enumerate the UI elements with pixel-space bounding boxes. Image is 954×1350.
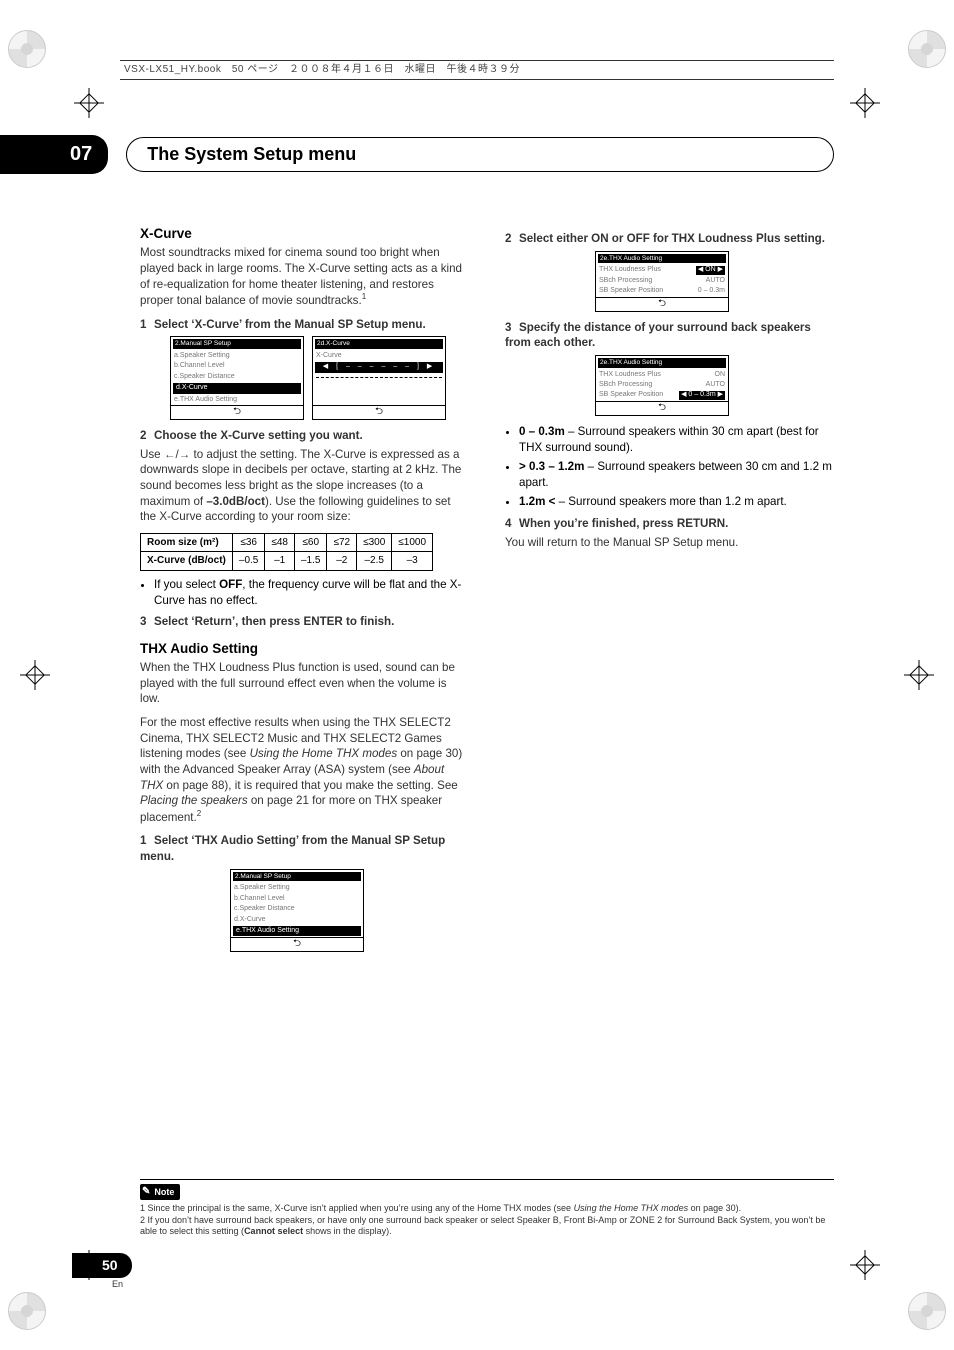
left-right-arrows-icon: ←/→	[164, 448, 190, 461]
thx-intro2: For the most effective results when usin…	[140, 715, 469, 825]
footnote-2: 2 If you don’t have surround back speake…	[140, 1215, 834, 1238]
xcurve-step2: 2Choose the X-Curve setting you want.	[140, 428, 469, 444]
crop-mark	[850, 1250, 880, 1280]
chapter-bar: 07 The System Setup menu	[0, 135, 834, 174]
footnote-block: ✎ Note 1 Since the principal is the same…	[140, 1179, 834, 1238]
crop-mark	[904, 660, 934, 690]
return-icon: ⮌	[596, 297, 728, 311]
pencil-icon: ✎	[142, 1185, 150, 1199]
ui-screen-xcurve: 2d.X-Curve X-Curve ◀ [ – – – – – – ] ▶ .…	[312, 336, 446, 420]
chapter-number: 07	[0, 135, 108, 174]
xcurve-step1: 1Select ‘X-Curve’ from the Manual SP Set…	[140, 317, 469, 333]
return-icon: ⮌	[171, 405, 303, 419]
xcurve-table: Room size (m²) ≤36 ≤48 ≤60 ≤72 ≤300 ≤100…	[140, 533, 433, 571]
ui-screen-thx-distance: 2e.THX Audio Setting THX Loudness PlusON…	[595, 355, 729, 416]
thx-intro1: When the THX Loudness Plus function is u…	[140, 660, 469, 707]
xcurve-intro: Most soundtracks mixed for cinema sound …	[140, 245, 469, 308]
ui-screen-sp-setup-thx: 2.Manual SP Setup a.Speaker Setting b.Ch…	[230, 869, 364, 953]
book-meta-bar: VSX-LX51_HY.book 50 ページ ２００８年４月１６日 水曜日 午…	[120, 60, 834, 80]
thx-distance-bullets: 0 – 0.3m – Surround speakers within 30 c…	[519, 424, 834, 510]
return-icon: ⮌	[313, 405, 445, 419]
page-number: 50	[72, 1253, 132, 1278]
registration-mark	[908, 1292, 946, 1330]
crop-mark	[850, 88, 880, 118]
left-column: X-Curve Most soundtracks mixed for cinem…	[140, 225, 469, 1110]
return-icon: ⮌	[231, 937, 363, 951]
section-thx-heading: THX Audio Setting	[140, 640, 469, 658]
xcurve-step3: 3Select ‘Return’, then press ENTER to fi…	[140, 614, 469, 630]
thx-step3: 3Specify the distance of your surround b…	[505, 320, 834, 351]
registration-mark	[908, 30, 946, 68]
right-column: 2Select either ON or OFF for THX Loudnes…	[505, 225, 834, 1110]
page-lang: En	[112, 1278, 123, 1290]
xcurve-off-bullet: If you select OFF, the frequency curve w…	[154, 577, 469, 608]
crop-mark	[74, 88, 104, 118]
crop-mark	[20, 660, 50, 690]
ui-screen-sp-setup: 2.Manual SP Setup a.Speaker Setting b.Ch…	[170, 336, 304, 420]
thx-step4: 4When you’re finished, press RETURN.	[505, 516, 834, 532]
return-icon: ⮌	[596, 401, 728, 415]
chapter-title: The System Setup menu	[126, 137, 834, 171]
xcurve-step2-body: Use ←/→ to adjust the setting. The X-Cur…	[140, 447, 469, 525]
thx-step1: 1Select ‘THX Audio Setting’ from the Man…	[140, 833, 469, 864]
registration-mark	[8, 30, 46, 68]
section-xcurve-heading: X-Curve	[140, 225, 469, 243]
thx-step2: 2Select either ON or OFF for THX Loudnes…	[505, 231, 834, 247]
footnote-1: 1 Since the principal is the same, X-Cur…	[140, 1203, 834, 1215]
thx-step4-body: You will return to the Manual SP Setup m…	[505, 535, 834, 551]
registration-mark	[8, 1292, 46, 1330]
note-badge: ✎ Note	[140, 1184, 180, 1200]
ui-screen-thx-loudness: 2e.THX Audio Setting THX Loudness Plus ◀…	[595, 251, 729, 312]
